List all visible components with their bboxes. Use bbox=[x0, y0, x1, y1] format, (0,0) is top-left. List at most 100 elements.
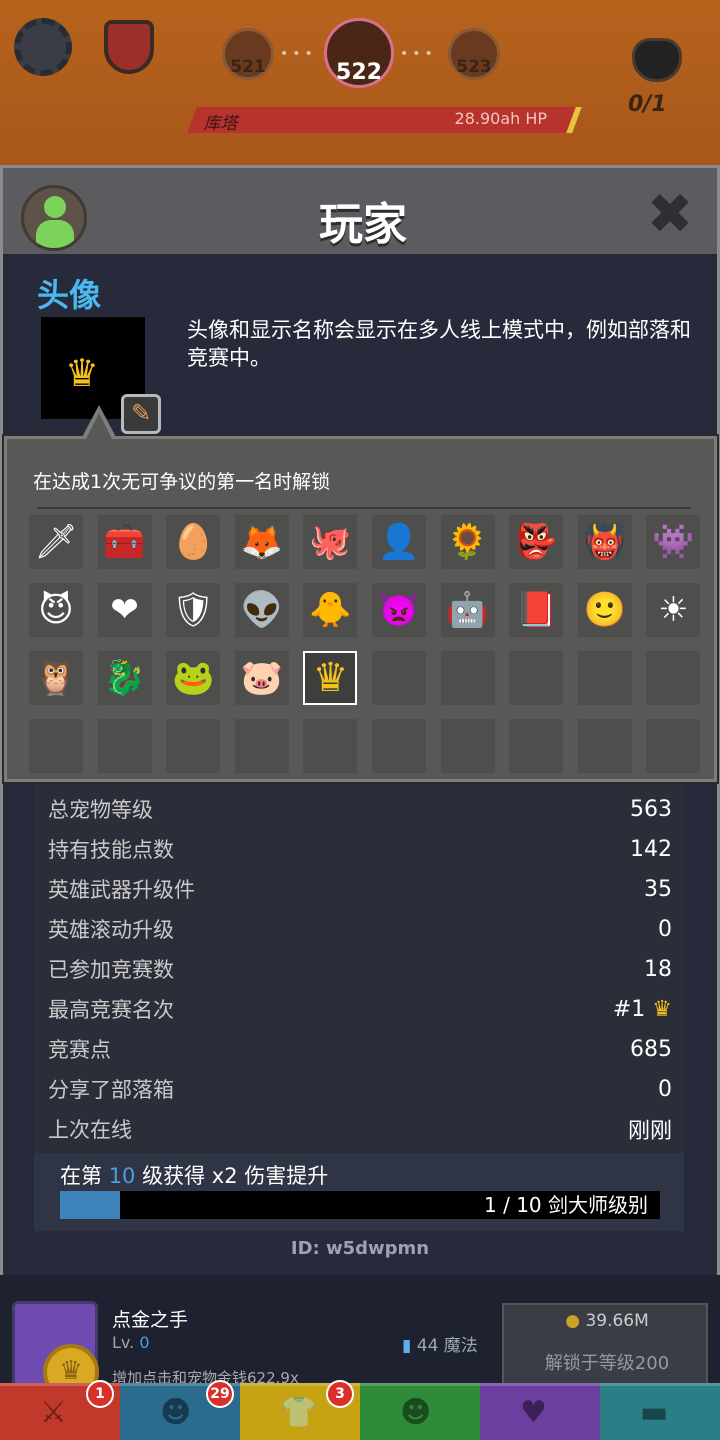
avatar-option[interactable]: 🐸 bbox=[166, 651, 221, 705]
game-screen: 521 ••• 522 ••• 523 库塔 28.90ah HP 0/1 玩家… bbox=[0, 0, 720, 1440]
stat-label: 英雄滚动升级 bbox=[48, 918, 174, 942]
upgrade-name: 点金之手 bbox=[112, 1309, 189, 1331]
red-mask-icon: 👺 bbox=[515, 522, 558, 562]
avatar-option[interactable]: 🥚 bbox=[166, 515, 221, 569]
avatar-option[interactable]: 👾 bbox=[646, 515, 701, 569]
avatar-option[interactable]: 🐥 bbox=[303, 583, 358, 637]
progress-caption: 在第 10 级获得 x2 伤害提升 bbox=[60, 1160, 328, 1190]
avatar-option[interactable]: 🙂 bbox=[577, 583, 632, 637]
settings-gear-icon[interactable] bbox=[14, 18, 72, 76]
sword-master-progress: 在第 10 级获得 x2 伤害提升 1 / 10 剑大师级别 bbox=[34, 1153, 684, 1231]
clan-shield-icon[interactable] bbox=[104, 20, 154, 74]
stat-label: 竞赛点 bbox=[48, 1038, 111, 1062]
tab-heroes-icon: ☻ bbox=[160, 1395, 192, 1430]
avatar-option[interactable]: ♛ bbox=[303, 651, 358, 705]
stat-row: 英雄滚动升级 0 bbox=[48, 909, 672, 949]
avatar-picker-popover: 在达成1次无可争议的第一名时解锁 🗡 🧰 🥚 🦊 🐙 👤 🌻 👺 👹 👾 😈 ❤ 🛡 👽 🐥 👿 🤖 📕 🙂 ☀ 🦉 🐉 🐸… bbox=[4, 405, 717, 782]
stage-next-number: 523 bbox=[456, 57, 492, 77]
avatar-option[interactable]: ❤ bbox=[97, 583, 152, 637]
avatar-option[interactable]: 🛡 bbox=[166, 583, 221, 637]
avatar-option[interactable]: 👤 bbox=[372, 515, 426, 569]
unlock-label: 解锁于等级200 bbox=[544, 1353, 670, 1374]
teal-dragon-icon: 🐉 bbox=[103, 658, 146, 698]
avatar-slot-empty bbox=[509, 719, 564, 773]
blue-spirit-icon: 👤 bbox=[377, 522, 421, 562]
stage-dots: ••• bbox=[400, 46, 437, 62]
avatar-option[interactable]: 🤖 bbox=[440, 583, 495, 637]
stage-current: 522 bbox=[324, 18, 394, 88]
avatar-option[interactable]: 🐷 bbox=[234, 651, 289, 705]
stat-value: 563 bbox=[630, 796, 672, 822]
boss-hp-text: 28.90ah HP bbox=[455, 109, 548, 128]
popover-arrow-fill bbox=[85, 413, 113, 441]
progress-bar: 1 / 10 剑大师级别 bbox=[60, 1191, 660, 1219]
stat-row: 英雄武器升级件 35 bbox=[48, 869, 672, 909]
tab-shop[interactable]: ▬ bbox=[600, 1383, 720, 1440]
octopus-icon: 🐙 bbox=[309, 522, 352, 562]
stat-label: 英雄武器升级件 bbox=[48, 878, 195, 902]
avatar-option[interactable]: 🗡 bbox=[29, 515, 83, 569]
avatar-description: 头像和显示名称会显示在多人线上模式中，例如部落和竞赛中。 bbox=[187, 318, 691, 370]
unlock-button[interactable]: ● 39.66M 解锁于等级200 bbox=[502, 1303, 708, 1385]
tab-pets-icon: ☻ bbox=[400, 1395, 432, 1430]
progress-fill bbox=[60, 1191, 120, 1219]
hooded-figure-icon: 🙂 bbox=[583, 590, 626, 630]
upgrade-list-item: ♛ 点金之手 Lv. 0 ▮ 44 魔法 增加点击和宠物金钱622.9x ● 3… bbox=[0, 1275, 720, 1400]
wooden-shield-icon: 🛡 bbox=[171, 590, 215, 630]
bottom-tab-bar: ⚔ 1 ☻ 29 👕 3 ☻ ♥ ▬ bbox=[0, 1380, 720, 1440]
avatar-option[interactable]: 👿 bbox=[372, 583, 426, 637]
avatar-section-label: 头像 bbox=[37, 276, 102, 314]
tab-clan-icon: ♥ bbox=[520, 1395, 547, 1430]
tab-heroes[interactable]: ☻ 29 bbox=[120, 1380, 240, 1440]
stat-value: 142 bbox=[630, 836, 672, 862]
divider bbox=[37, 507, 691, 509]
avatar-slot-empty bbox=[29, 719, 83, 773]
avatar-option[interactable]: 👽 bbox=[234, 583, 289, 637]
avatar-option[interactable]: ☀ bbox=[646, 583, 701, 637]
avatar-slot-empty bbox=[577, 719, 632, 773]
avatar-option[interactable]: 🧰 bbox=[97, 515, 152, 569]
stage-prev: 521 bbox=[222, 28, 274, 80]
tab-pets[interactable]: ☻ bbox=[360, 1383, 480, 1440]
tab-equipment[interactable]: 👕 3 bbox=[240, 1380, 360, 1440]
avatar-option[interactable]: 👹 bbox=[577, 515, 632, 569]
edit-pencil-icon[interactable]: ✎ bbox=[121, 394, 161, 434]
purple-monster-icon: 👿 bbox=[377, 590, 421, 630]
sword-icon: 🗡 bbox=[34, 522, 78, 562]
tab-equipment-icon: 👕 bbox=[280, 1395, 318, 1430]
avatar-option[interactable]: 🦊 bbox=[234, 515, 289, 569]
mana-icon: ▮ bbox=[402, 1336, 412, 1356]
stat-label: 已参加竞赛数 bbox=[48, 958, 174, 982]
avatar-slot-empty bbox=[646, 651, 701, 705]
avatar-option[interactable]: 📕 bbox=[509, 583, 564, 637]
chick-icon: 🐥 bbox=[309, 590, 352, 630]
mana-cost: ▮ 44 魔法 bbox=[402, 1331, 478, 1356]
tab-clan[interactable]: ♥ bbox=[480, 1383, 600, 1440]
stage-dots: ••• bbox=[280, 46, 317, 62]
mana-cost-text: 44 魔法 bbox=[416, 1336, 478, 1356]
avatar-option[interactable]: 🌻 bbox=[440, 515, 495, 569]
spellbook-icon: 📕 bbox=[515, 590, 558, 630]
ice-golem-icon: 🤖 bbox=[446, 590, 489, 630]
tab-shop-icon: ▬ bbox=[640, 1395, 669, 1430]
avatar-option[interactable]: 🐉 bbox=[97, 651, 152, 705]
close-icon[interactable]: ✖ bbox=[643, 187, 697, 244]
progress-caption-post: 级获得 x2 伤害提升 bbox=[135, 1164, 329, 1188]
tab-sword[interactable]: ⚔ 1 bbox=[0, 1380, 120, 1440]
tab-sword-icon: ⚔ bbox=[40, 1395, 67, 1430]
boss-skull-icon[interactable] bbox=[632, 38, 682, 82]
avatar-option[interactable]: 🐙 bbox=[303, 515, 358, 569]
stat-label: 上次在线 bbox=[48, 1118, 132, 1142]
winged-heart-icon: ❤ bbox=[110, 590, 139, 630]
player-id: ID: w5dwpmn bbox=[290, 1238, 430, 1259]
cost-value: 39.66M bbox=[585, 1311, 649, 1331]
boss-name: 库塔 bbox=[203, 114, 238, 134]
avatar-option[interactable]: 🦉 bbox=[29, 651, 83, 705]
crown-icon: ♛ bbox=[312, 655, 349, 701]
stat-label: 总宠物等级 bbox=[48, 798, 153, 822]
stat-label: 最高竞赛名次 bbox=[48, 998, 174, 1022]
boss-hp-bar: 库塔 28.90ah HP bbox=[187, 107, 582, 134]
avatar-slot-empty bbox=[440, 651, 495, 705]
avatar-option[interactable]: 👺 bbox=[509, 515, 564, 569]
avatar-option[interactable]: 😈 bbox=[29, 583, 83, 637]
